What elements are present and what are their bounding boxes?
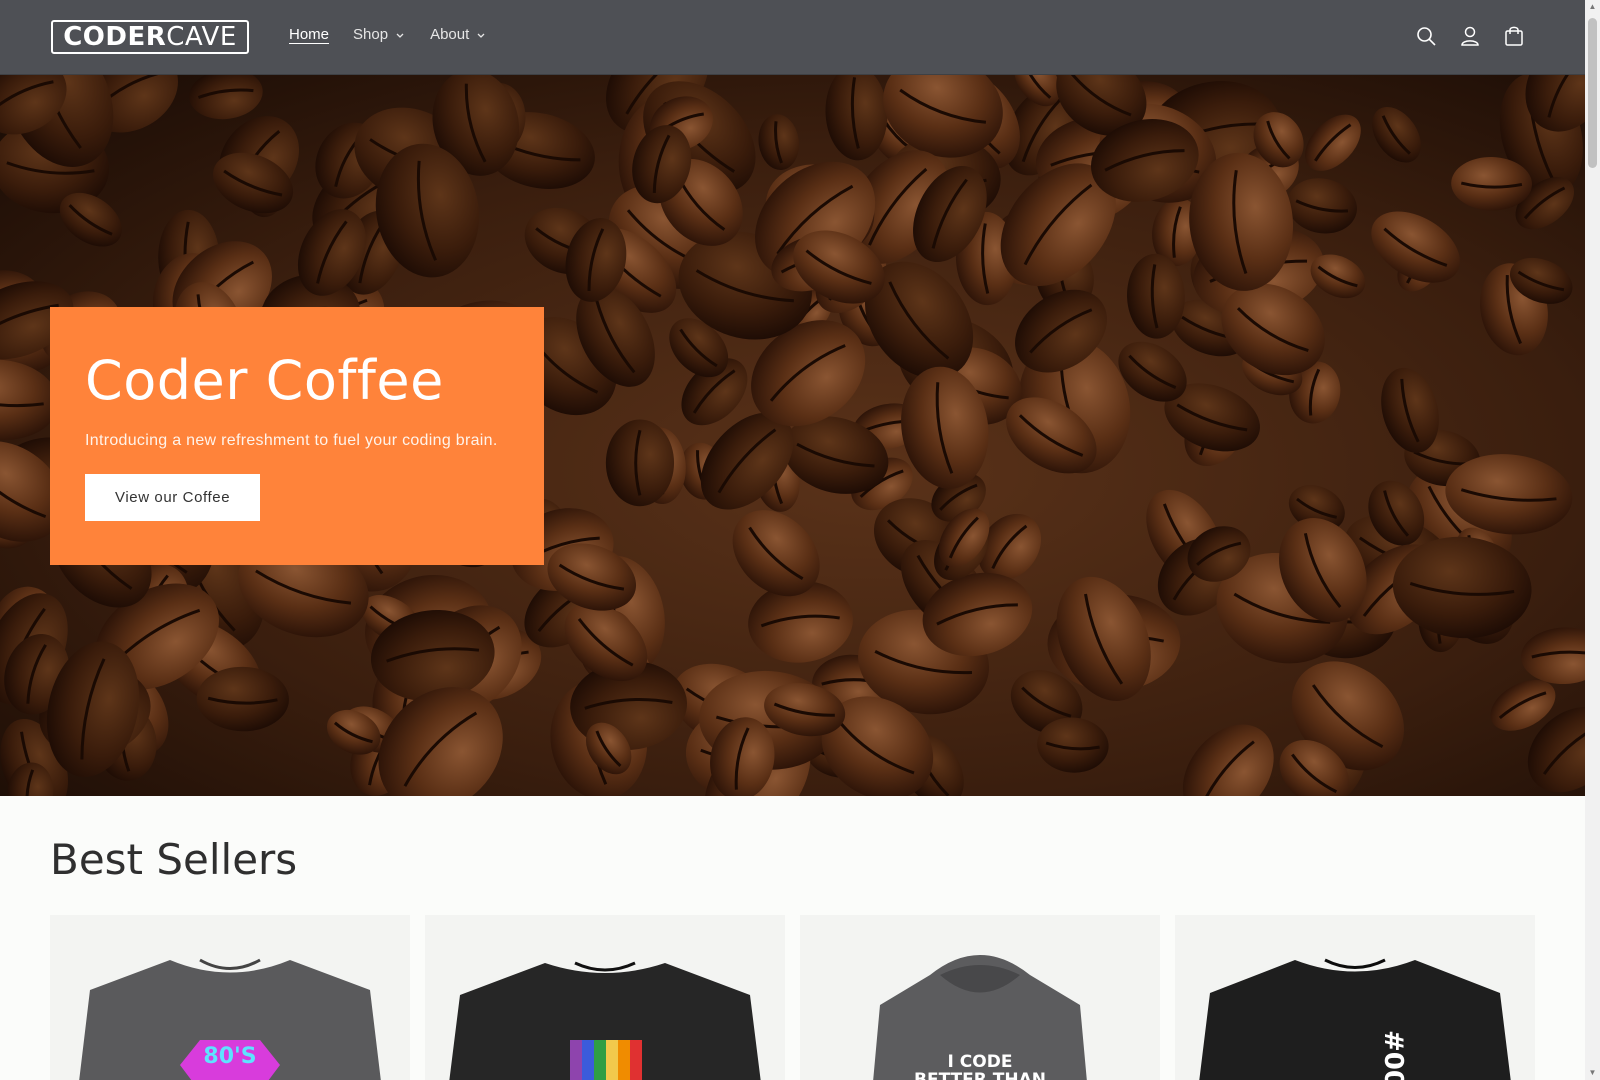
logo[interactable]: CODER CAVE	[51, 20, 249, 54]
scroll-down-icon[interactable]: ▼	[1588, 1068, 1597, 1078]
nav-about[interactable]: About	[430, 26, 487, 43]
best-sellers-title: Best Sellers	[50, 835, 298, 884]
search-icon[interactable]	[1415, 25, 1437, 47]
product-grid: 80'S I CODE BETTER THAN #00	[50, 915, 1535, 1080]
hoodie-text-line2: BETTER THAN	[914, 1070, 1046, 1080]
tshirt-rainbow-image	[449, 961, 761, 1080]
hero-banner: Coder Coffee Introducing a new refreshme…	[0, 75, 1585, 796]
site-header: CODER CAVE Home Shop About	[0, 0, 1585, 75]
product-card[interactable]: #00	[1175, 915, 1535, 1080]
product-card[interactable]	[425, 915, 785, 1080]
nav-home-label: Home	[289, 26, 330, 43]
nav-about-label: About	[430, 26, 470, 43]
tshirt-hex-text: #00	[1378, 1030, 1408, 1080]
nav-shop-label: Shop	[353, 26, 389, 43]
hoodie-i-code-image: I CODE BETTER THAN	[873, 955, 1087, 1080]
main-nav: Home Shop About	[289, 26, 487, 43]
hero-title: Coder Coffee	[85, 349, 444, 412]
scrollbar-thumb[interactable]	[1588, 18, 1597, 168]
tshirt-hex-image: #00	[1199, 958, 1511, 1080]
logo-text-light: CAVE	[166, 22, 237, 52]
account-icon[interactable]	[1459, 25, 1481, 47]
view-coffee-button[interactable]: View our Coffee	[85, 473, 261, 521]
hero-subtitle: Introducing a new refreshment to fuel yo…	[85, 431, 498, 449]
cart-icon[interactable]	[1503, 25, 1525, 47]
hero-card: Coder Coffee Introducing a new refreshme…	[50, 307, 544, 565]
scroll-up-icon[interactable]: ▲	[1588, 2, 1597, 12]
hoodie-text-line1: I CODE	[948, 1052, 1013, 1072]
tshirt-80s-image: 80'S	[79, 958, 381, 1080]
page-scrollbar[interactable]: ▲ ▼	[1585, 0, 1600, 1080]
nav-home[interactable]: Home	[289, 26, 329, 43]
nav-shop[interactable]: Shop	[353, 26, 406, 43]
chevron-down-icon	[396, 33, 404, 38]
product-card[interactable]: I CODE BETTER THAN	[800, 915, 1160, 1080]
product-card[interactable]: 80'S	[50, 915, 410, 1080]
logo-text-bold: CODER	[63, 22, 167, 52]
tshirt-80s-text: 80'S	[203, 1044, 256, 1069]
chevron-down-icon	[477, 33, 485, 38]
header-actions	[1415, 25, 1525, 47]
